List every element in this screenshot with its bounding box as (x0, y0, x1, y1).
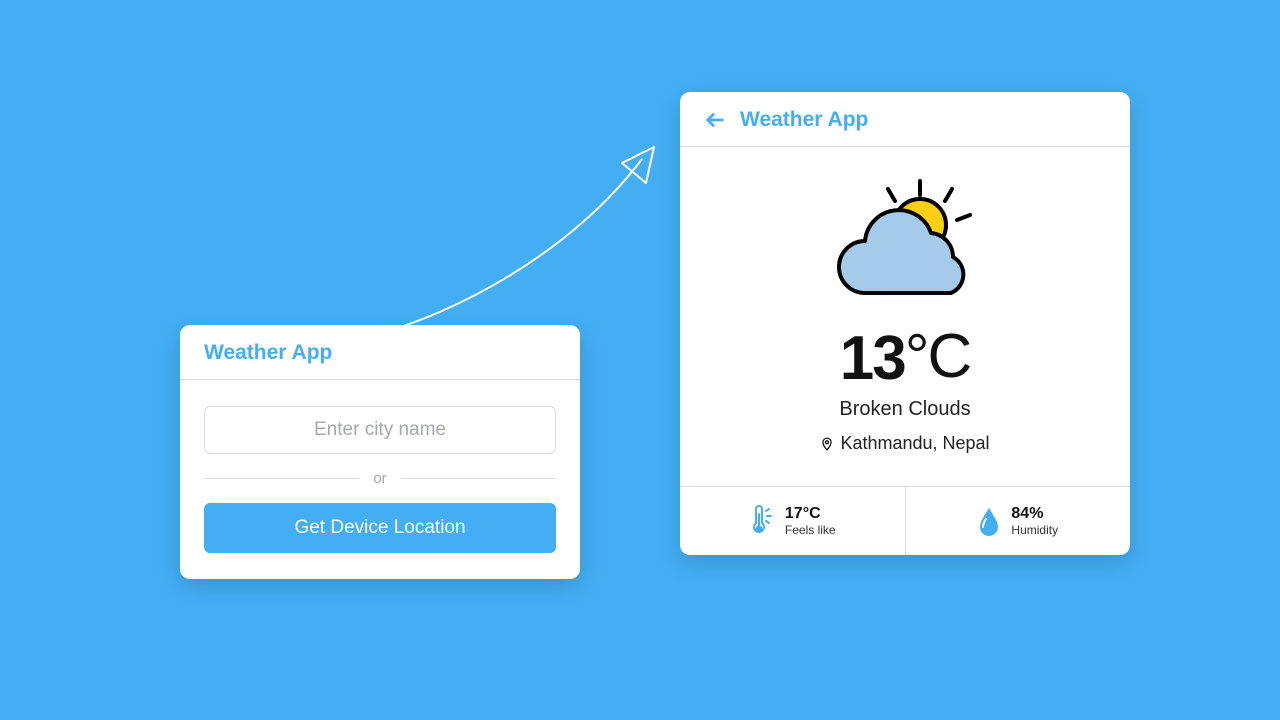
humidity-cell: 84% Humidity (906, 487, 1131, 555)
get-device-location-button[interactable]: Get Device Location (204, 503, 556, 553)
thermometer-icon (749, 505, 775, 537)
search-card-header: Weather App (180, 325, 580, 380)
location-pin-icon (820, 435, 834, 453)
temperature-unit: °C (905, 322, 971, 391)
feels-like-cell: 17°C Feels like (680, 487, 906, 555)
temperature-value: 13 (840, 324, 905, 393)
result-card-title: Weather App (740, 108, 868, 132)
weather-description: Broken Clouds (704, 398, 1106, 421)
result-card-footer: 17°C Feels like 84% Humidity (680, 486, 1130, 555)
search-card: Weather App or Get Device Location (180, 325, 580, 579)
temperature: 13°C (704, 323, 1106, 394)
partly-cloudy-icon (820, 175, 990, 315)
back-arrow-icon[interactable] (704, 109, 726, 131)
result-card: Weather App 13°C Broken Clouds (680, 92, 1130, 555)
separator-line-left (204, 478, 359, 479)
humidity-value: 84% (1011, 505, 1058, 523)
search-card-title: Weather App (204, 341, 556, 365)
result-card-body: 13°C Broken Clouds Kathmandu, Nepal (680, 147, 1130, 486)
flow-arrow-icon (370, 135, 670, 345)
result-card-header: Weather App (680, 92, 1130, 147)
separator-line-right (401, 478, 556, 479)
search-card-body: or Get Device Location (180, 380, 580, 579)
humidity-label: Humidity (1011, 523, 1058, 537)
feels-like-value: 17°C (785, 505, 836, 523)
separator-label: or (373, 470, 386, 487)
city-name-input[interactable] (204, 406, 556, 454)
location-text: Kathmandu, Nepal (840, 433, 989, 454)
feels-like-label: Feels like (785, 523, 836, 537)
humidity-drop-icon (977, 506, 1001, 536)
location: Kathmandu, Nepal (820, 433, 989, 454)
separator: or (204, 470, 556, 487)
